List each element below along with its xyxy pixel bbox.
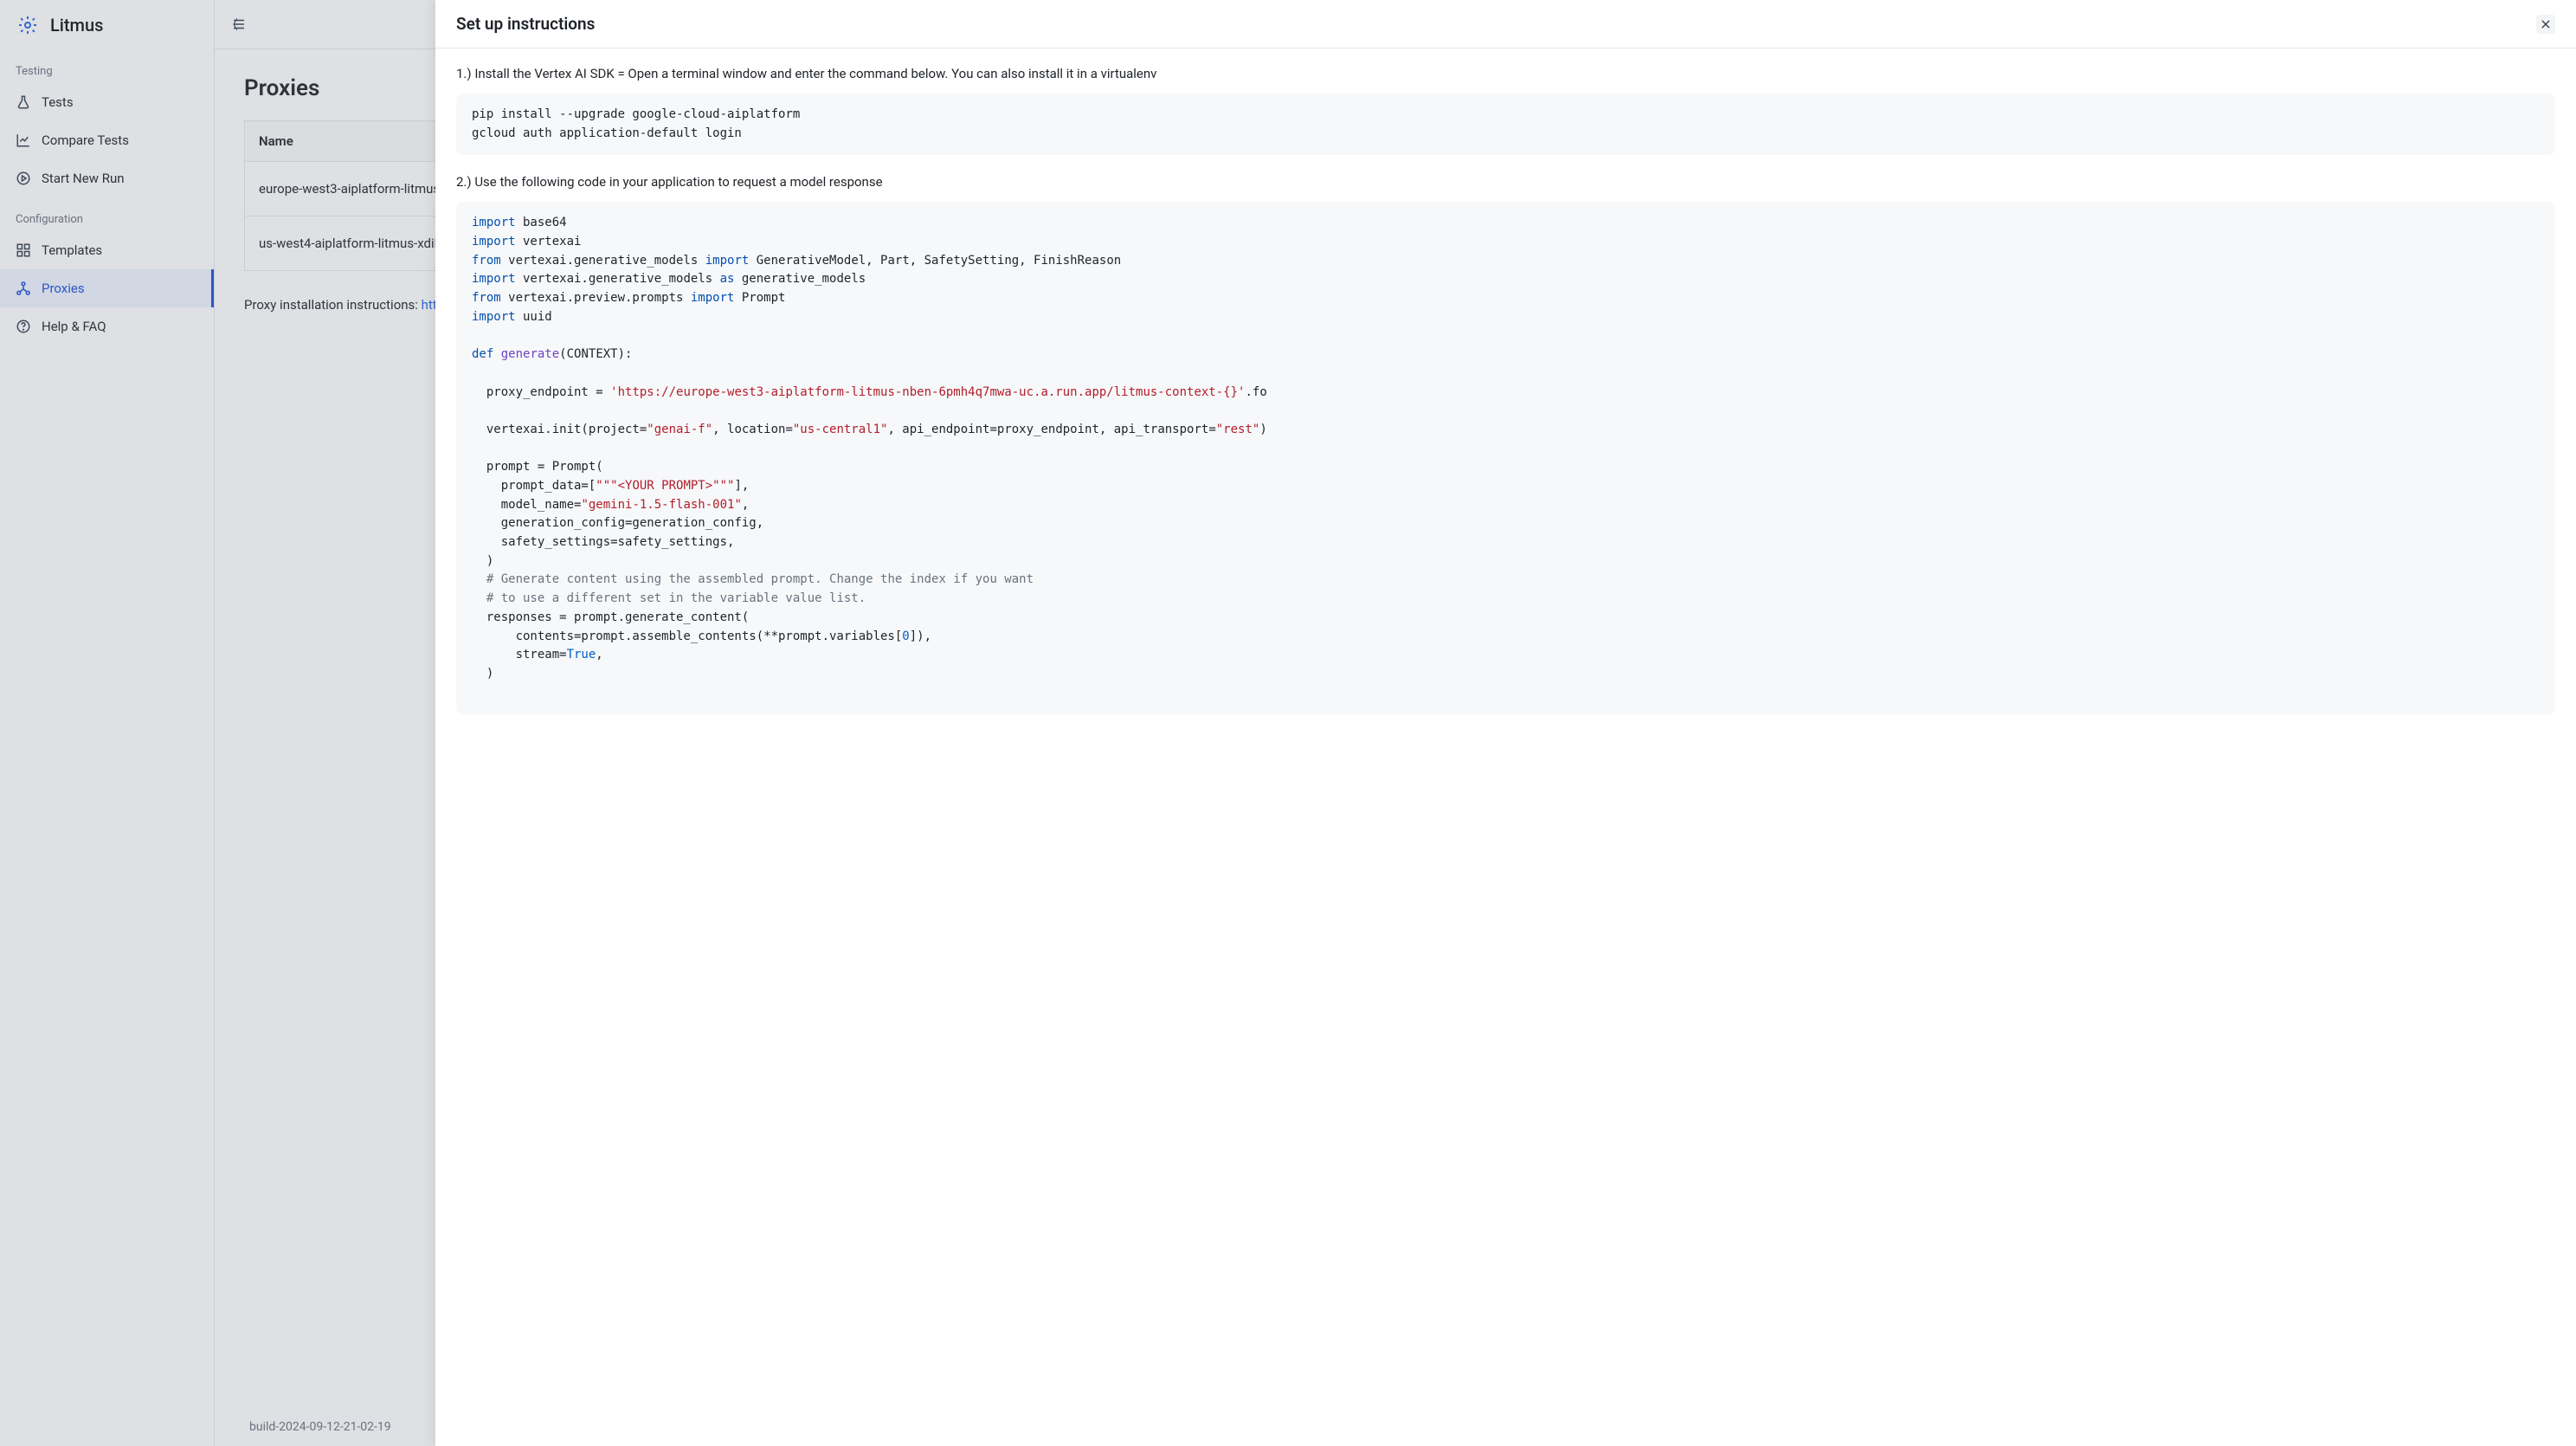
section-configuration-label: Configuration <box>0 197 214 231</box>
setup-instructions-modal: Set up instructions 1.) Install the Vert… <box>435 0 2576 1446</box>
sidebar-item-templates[interactable]: Templates <box>0 231 214 269</box>
sidebar-item-label: Start New Run <box>42 171 125 186</box>
section-testing-label: Testing <box>0 49 214 83</box>
modal-title: Set up instructions <box>456 14 595 34</box>
brand-name: Litmus <box>50 15 103 36</box>
sidebar-item-help-faq[interactable]: Help & FAQ <box>0 307 214 345</box>
panel-left-close-icon <box>231 16 247 32</box>
modal-body: 1.) Install the Vertex AI SDK = Open a t… <box>435 48 2576 1446</box>
sidebar-item-label: Compare Tests <box>42 132 129 148</box>
sidebar: Litmus Testing Tests Compare Tests Start… <box>0 0 215 1446</box>
instructions-label: Proxy installation instructions: <box>244 297 422 313</box>
sidebar-item-label: Templates <box>42 242 102 258</box>
play-circle-icon <box>16 171 31 186</box>
step-2-text: 2.) Use the following code in your appli… <box>456 174 2555 190</box>
chart-line-icon <box>16 132 31 148</box>
sidebar-item-proxies[interactable]: Proxies <box>0 269 214 307</box>
step-1-text: 1.) Install the Vertex AI SDK = Open a t… <box>456 66 2555 81</box>
usage-code-block[interactable]: import base64 import vertexai from verte… <box>456 202 2555 714</box>
sidebar-item-compare-tests[interactable]: Compare Tests <box>0 121 214 159</box>
modal-header: Set up instructions <box>435 0 2576 48</box>
help-icon <box>16 319 31 334</box>
brand: Litmus <box>0 0 214 49</box>
network-icon <box>16 281 31 296</box>
sidebar-item-label: Help & FAQ <box>42 319 106 334</box>
install-code-block[interactable]: pip install --upgrade google-cloud-aipla… <box>456 94 2555 155</box>
build-footer: build-2024-09-12-21-02-19 <box>249 1420 391 1434</box>
sidebar-item-label: Tests <box>42 94 74 110</box>
close-button[interactable] <box>2536 15 2555 34</box>
grid-icon <box>16 242 31 258</box>
collapse-sidebar-button[interactable] <box>227 12 251 36</box>
brand-logo-icon <box>17 15 38 36</box>
flask-icon <box>16 94 31 110</box>
close-icon <box>2540 18 2552 30</box>
sidebar-item-start-new-run[interactable]: Start New Run <box>0 159 214 197</box>
sidebar-item-tests[interactable]: Tests <box>0 83 214 121</box>
sidebar-item-label: Proxies <box>42 281 85 296</box>
